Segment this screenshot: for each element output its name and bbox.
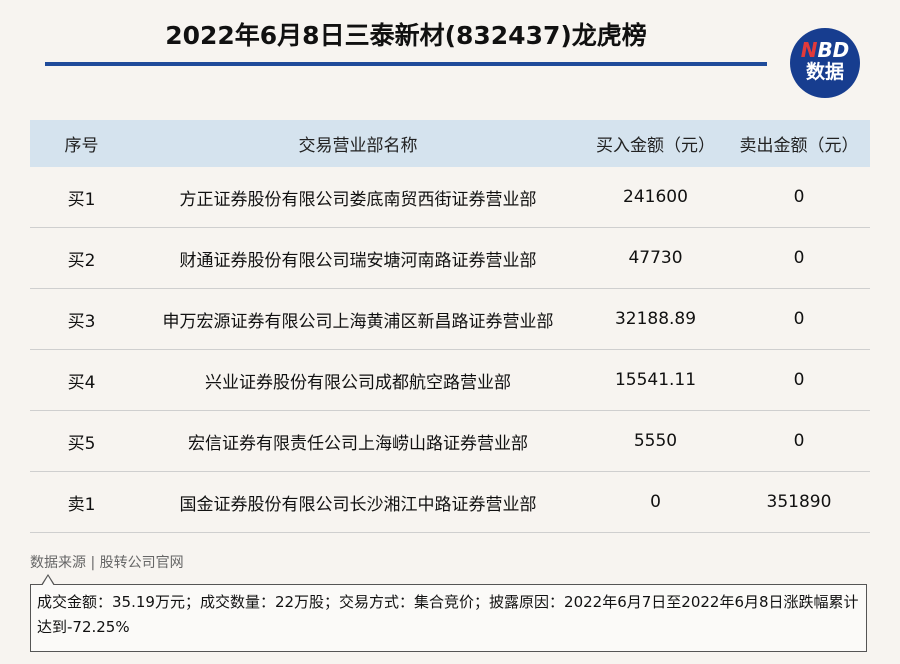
table-row: 卖1 国金证券股份有限公司长沙湘江中路证券营业部 0 351890: [30, 471, 870, 533]
cell-rank: 买3: [30, 288, 133, 350]
cell-buy-amount: 5550: [583, 410, 728, 472]
table-row: 买3 申万宏源证券有限公司上海黄浦区新昌路证券营业部 32188.89 0: [30, 288, 870, 350]
cell-broker: 兴业证券股份有限公司成都航空路营业部: [133, 349, 583, 411]
table-row: 买5 宏信证券有限责任公司上海崂山路证券营业部 5550 0: [30, 410, 870, 472]
trade-summary-note: 成交金额：35.19万元；成交数量：22万股；交易方式：集合竞价；披露原因：20…: [30, 584, 867, 652]
cell-sell-amount: 0: [728, 288, 870, 350]
table-row: 买2 财通证券股份有限公司瑞安塘河南路证券营业部 47730 0: [30, 227, 870, 289]
header-broker: 交易营业部名称: [133, 120, 583, 167]
table-row: 买1 方正证券股份有限公司娄底南贸西街证券营业部 241600 0: [30, 167, 870, 228]
header-sell-amount: 卖出金额（元）: [728, 120, 870, 167]
logo-text-top: NBD: [790, 39, 860, 61]
header-buy-amount: 买入金额（元）: [583, 120, 728, 167]
dragon-tiger-table: 序号 交易营业部名称 买入金额（元） 卖出金额（元） 买1 方正证券股份有限公司…: [30, 120, 870, 533]
cell-rank: 买4: [30, 349, 133, 411]
cell-sell-amount: 351890: [728, 471, 870, 533]
nbd-logo-icon: NBD 数据: [790, 28, 860, 98]
cell-sell-amount: 0: [728, 410, 870, 472]
cell-buy-amount: 0: [583, 471, 728, 533]
cell-rank: 卖1: [30, 471, 133, 533]
cell-buy-amount: 241600: [583, 167, 728, 228]
cell-broker: 国金证券股份有限公司长沙湘江中路证券营业部: [133, 471, 583, 533]
cell-sell-amount: 0: [728, 349, 870, 411]
logo-text-bottom: 数据: [805, 61, 844, 83]
cell-broker: 申万宏源证券有限公司上海黄浦区新昌路证券营业部: [133, 288, 583, 350]
page-title: 2022年6月8日三泰新材(832437)龙虎榜: [165, 21, 647, 50]
cell-buy-amount: 32188.89: [583, 288, 728, 350]
cell-buy-amount: 47730: [583, 227, 728, 289]
note-pointer-fill: [42, 576, 54, 586]
cell-rank: 买1: [30, 167, 133, 228]
table-row: 买4 兴业证券股份有限公司成都航空路营业部 15541.11 0: [30, 349, 870, 411]
logo-letter-n: N: [800, 38, 818, 62]
table-header-row: 序号 交易营业部名称 买入金额（元） 卖出金额（元）: [30, 120, 870, 167]
cell-rank: 买2: [30, 227, 133, 289]
cell-sell-amount: 0: [728, 167, 870, 228]
cell-rank: 买5: [30, 410, 133, 472]
data-source: 数据来源 | 股转公司官网: [30, 555, 184, 571]
header-rank: 序号: [30, 120, 133, 167]
cell-sell-amount: 0: [728, 227, 870, 289]
cell-broker: 方正证券股份有限公司娄底南贸西街证券营业部: [133, 167, 583, 228]
cell-broker: 宏信证券有限责任公司上海崂山路证券营业部: [133, 410, 583, 472]
logo-letters-bd: BD: [817, 38, 850, 62]
title-underline: [45, 62, 767, 66]
cell-buy-amount: 15541.11: [583, 349, 728, 411]
cell-broker: 财通证券股份有限公司瑞安塘河南路证券营业部: [133, 227, 583, 289]
